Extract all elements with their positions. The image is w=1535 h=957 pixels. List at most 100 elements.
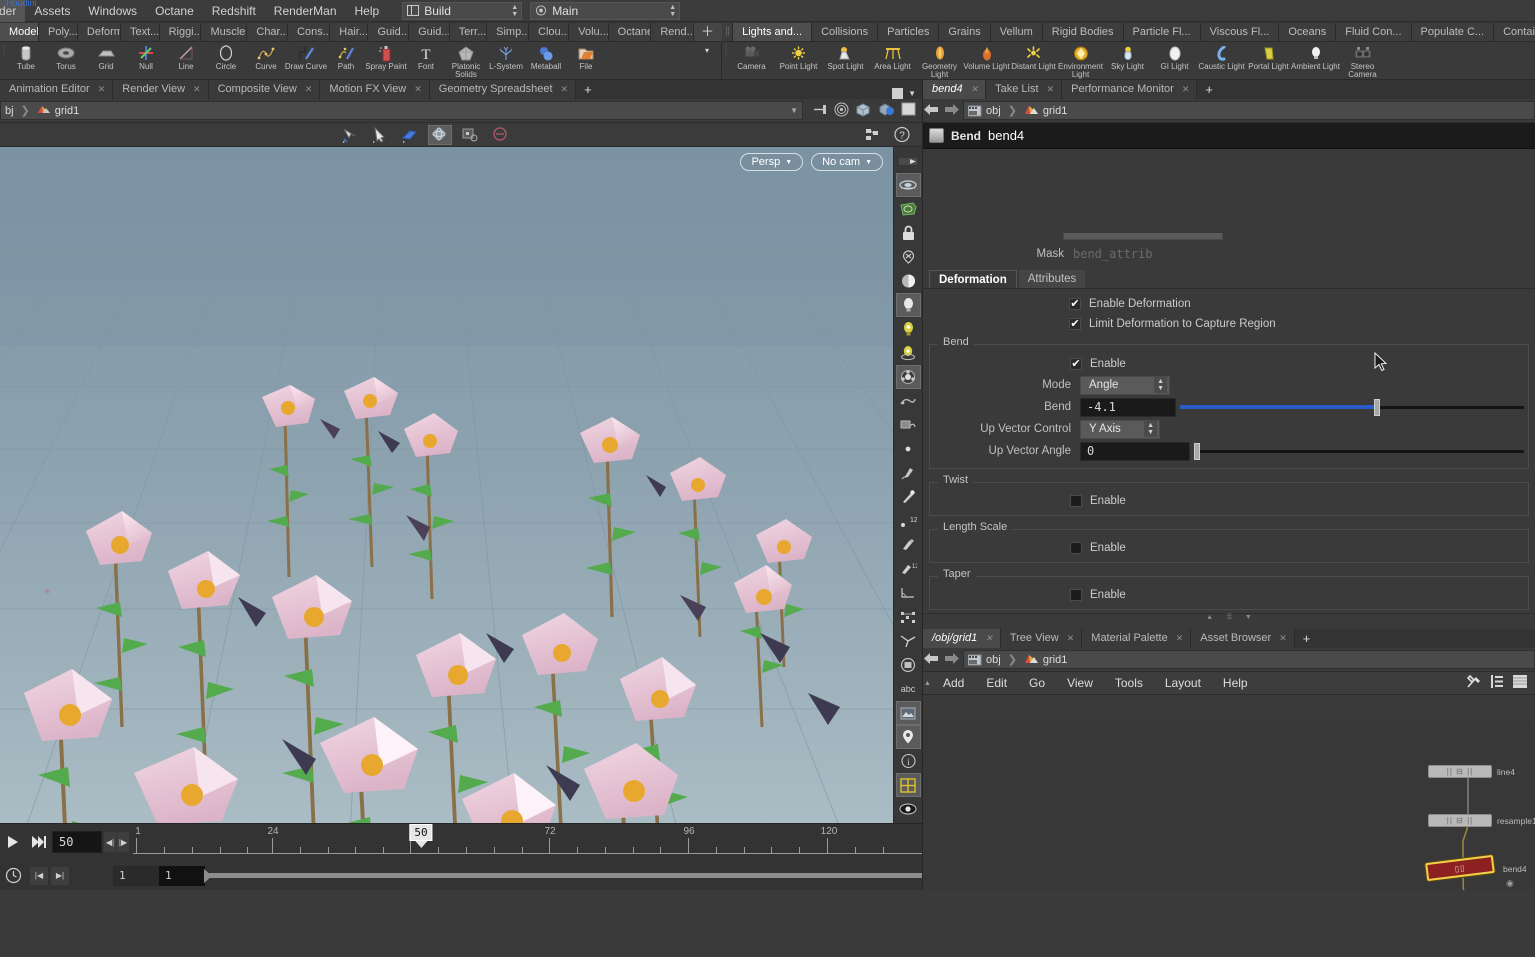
network-menu-view[interactable]: View (1056, 672, 1104, 695)
shelf-tab-oceans[interactable]: Oceans (1279, 23, 1337, 41)
menu-help[interactable]: Help (346, 0, 389, 22)
shelf-tool-line[interactable]: Line (166, 42, 206, 80)
go-to-start-button[interactable]: |◀ (30, 866, 48, 885)
shelf-tool-spot-light[interactable]: Spot Light (822, 42, 869, 80)
shelf-tab-terrain[interactable]: Terr... (449, 23, 488, 41)
move-tool-icon[interactable] (398, 125, 422, 145)
slider-handle[interactable] (1374, 398, 1381, 416)
node-resample1[interactable]: || ⊟ || (1428, 814, 1492, 827)
playback-range-bar[interactable] (204, 869, 922, 883)
shelf-tool-l-system[interactable]: L-System (486, 42, 526, 80)
image-icon[interactable] (895, 701, 921, 725)
close-icon[interactable]: ✕ (561, 80, 569, 99)
param-tab-attributes[interactable]: Attributes (1018, 270, 1086, 288)
close-icon[interactable]: ✕ (1279, 629, 1287, 648)
range-start-handle[interactable] (204, 869, 212, 883)
bend-slider[interactable] (1180, 398, 1524, 417)
splitter-up-icon[interactable]: ▲ (1206, 614, 1213, 621)
bend-value-field[interactable]: -4.1 (1080, 397, 1176, 417)
mode-dropdown[interactable]: Angle ▲ ▼ (1080, 375, 1170, 395)
splitter-down-icon[interactable]: ▼ (1245, 614, 1252, 621)
shelf-tool-sky-light[interactable]: Sky Light (1104, 42, 1151, 80)
add-tab-button[interactable]: + (576, 81, 600, 99)
shelf-tool-circle[interactable]: Circle (206, 42, 246, 80)
info-icon[interactable]: i (896, 749, 921, 773)
path-input[interactable]: bj ❯ grid1 ▼ (0, 101, 803, 120)
light-icon[interactable] (895, 293, 921, 317)
shelf-tab-texture[interactable]: Text... (120, 23, 160, 41)
close-icon[interactable]: ✕ (1047, 80, 1055, 99)
close-icon[interactable]: ✕ (98, 80, 106, 99)
shelf-tab-vellum[interactable]: Vellum (990, 23, 1043, 41)
length-scale-enable-row[interactable]: Enable (930, 538, 1528, 558)
eye-icon[interactable] (896, 797, 921, 821)
back-arrow-icon[interactable] (923, 652, 939, 668)
tab-obj-grid1[interactable]: /obj/grid1 ✕ (923, 629, 1001, 648)
grid-toggle-icon[interactable] (895, 773, 921, 797)
shelf-tool-tube[interactable]: Tube (6, 42, 46, 80)
network-menu-help[interactable]: Help (1212, 672, 1259, 695)
playback-start-field[interactable]: 1 (159, 865, 205, 886)
limit-deformation-checkbox[interactable]: ✔ (1069, 318, 1081, 330)
tab-geometry-spreadsheet[interactable]: Geometry Spreadsheet ✕ (429, 80, 577, 99)
select-tool-icon[interactable] (338, 125, 362, 145)
bbox-icon[interactable] (896, 605, 921, 629)
network-menu-layout[interactable]: Layout (1154, 672, 1212, 695)
twelve-icon[interactable]: 12 (896, 509, 921, 533)
shelf-tab-character[interactable]: Char... (247, 23, 289, 41)
disable-tool-icon[interactable] (488, 125, 512, 145)
network-menu-add[interactable]: Add (932, 672, 975, 695)
shelf-tool-draw-curve[interactable]: Draw Curve (285, 42, 327, 80)
camera-selector-button[interactable]: No cam ▼ (811, 153, 883, 171)
tab-render-view[interactable]: Render View ✕ (113, 80, 209, 99)
shelf-add-tab-left[interactable]: ＋▾ (694, 23, 723, 55)
shelf-tab-collisions[interactable]: Collisions (812, 23, 879, 41)
shelf-tool-distant-light[interactable]: Distant Light (1010, 42, 1057, 80)
node-name-field[interactable]: bend4 (988, 128, 1024, 143)
close-icon[interactable]: ✕ (971, 80, 979, 99)
shelf-tab-rigid-bodies[interactable]: Rigid Bodies (1042, 23, 1124, 41)
viewport-spinner[interactable]: ▲ ▼ (669, 4, 676, 18)
shelf-tab-volume[interactable]: Volu... (569, 23, 609, 41)
pick-icon[interactable] (896, 485, 921, 509)
breadcrumb-obj[interactable]: obj (986, 105, 1001, 117)
shelf-tab-fluid-containers[interactable]: Fluid Con... (1336, 23, 1412, 41)
shelf-tool-platonic-solids[interactable]: Platonic Solids (446, 42, 486, 80)
shelf-tool-null[interactable]: Null (126, 42, 166, 80)
bend-enable-checkbox[interactable]: ✔ (1070, 358, 1082, 370)
shelf-tool-point-light[interactable]: Point Light (775, 42, 822, 80)
help-icon[interactable]: ? (890, 125, 914, 145)
shelf-tool-caustic-light[interactable]: Caustic Light (1198, 42, 1245, 80)
desktop-spinner[interactable]: ▲ ▼ (511, 4, 518, 18)
shelf-tab-clouds[interactable]: Clou... (529, 23, 570, 41)
shelf-tab-particles[interactable]: Particles (878, 23, 940, 41)
go-to-end-button[interactable]: ▶| (51, 866, 69, 885)
up-vector-angle-field[interactable]: 0 (1080, 441, 1190, 461)
shelf-tool-spray-paint[interactable]: Spray Paint (365, 42, 407, 80)
shelf-tool-gi-light[interactable]: GI Light (1151, 42, 1198, 80)
viewport-selector[interactable]: Main ▲ ▼ (530, 1, 681, 20)
step-back-button[interactable]: ◀| (104, 832, 116, 852)
tab-bend4-parameters[interactable]: bend4 ✕ (923, 80, 987, 99)
material-icon[interactable] (896, 269, 921, 293)
mask-input[interactable]: bend_attrib (1073, 247, 1152, 261)
desktop-selector[interactable]: Build ▲ ▼ (402, 1, 523, 20)
shelf-tool-path[interactable]: Path (326, 42, 366, 80)
display-options-icon[interactable] (896, 197, 921, 221)
forward-arrow-icon[interactable] (943, 103, 959, 119)
shelf-tool-camera[interactable]: Camera (728, 42, 775, 80)
enable-deformation-row[interactable]: ✔ Enable Deformation (923, 294, 1535, 314)
shelf-tool-torus[interactable]: Torus (46, 42, 86, 80)
marker-icon[interactable] (895, 725, 921, 749)
close-icon[interactable]: ✕ (1182, 80, 1190, 99)
tab-composite-view[interactable]: Composite View ✕ (208, 80, 321, 99)
shelf-tool-stereo-camera[interactable]: Stereo Camera (1339, 42, 1386, 80)
close-icon[interactable]: ✕ (985, 629, 993, 648)
render-region-icon[interactable] (896, 413, 921, 437)
brush-icon[interactable] (896, 461, 921, 485)
twist-enable-checkbox[interactable] (1070, 495, 1082, 507)
param-tab-deformation[interactable]: Deformation (929, 270, 1017, 288)
network-menu-go[interactable]: Go (1018, 672, 1056, 695)
shelf-tool-environment-light[interactable]: Environment Light (1057, 42, 1104, 80)
spinner-icon[interactable]: ▲ ▼ (1154, 377, 1167, 393)
